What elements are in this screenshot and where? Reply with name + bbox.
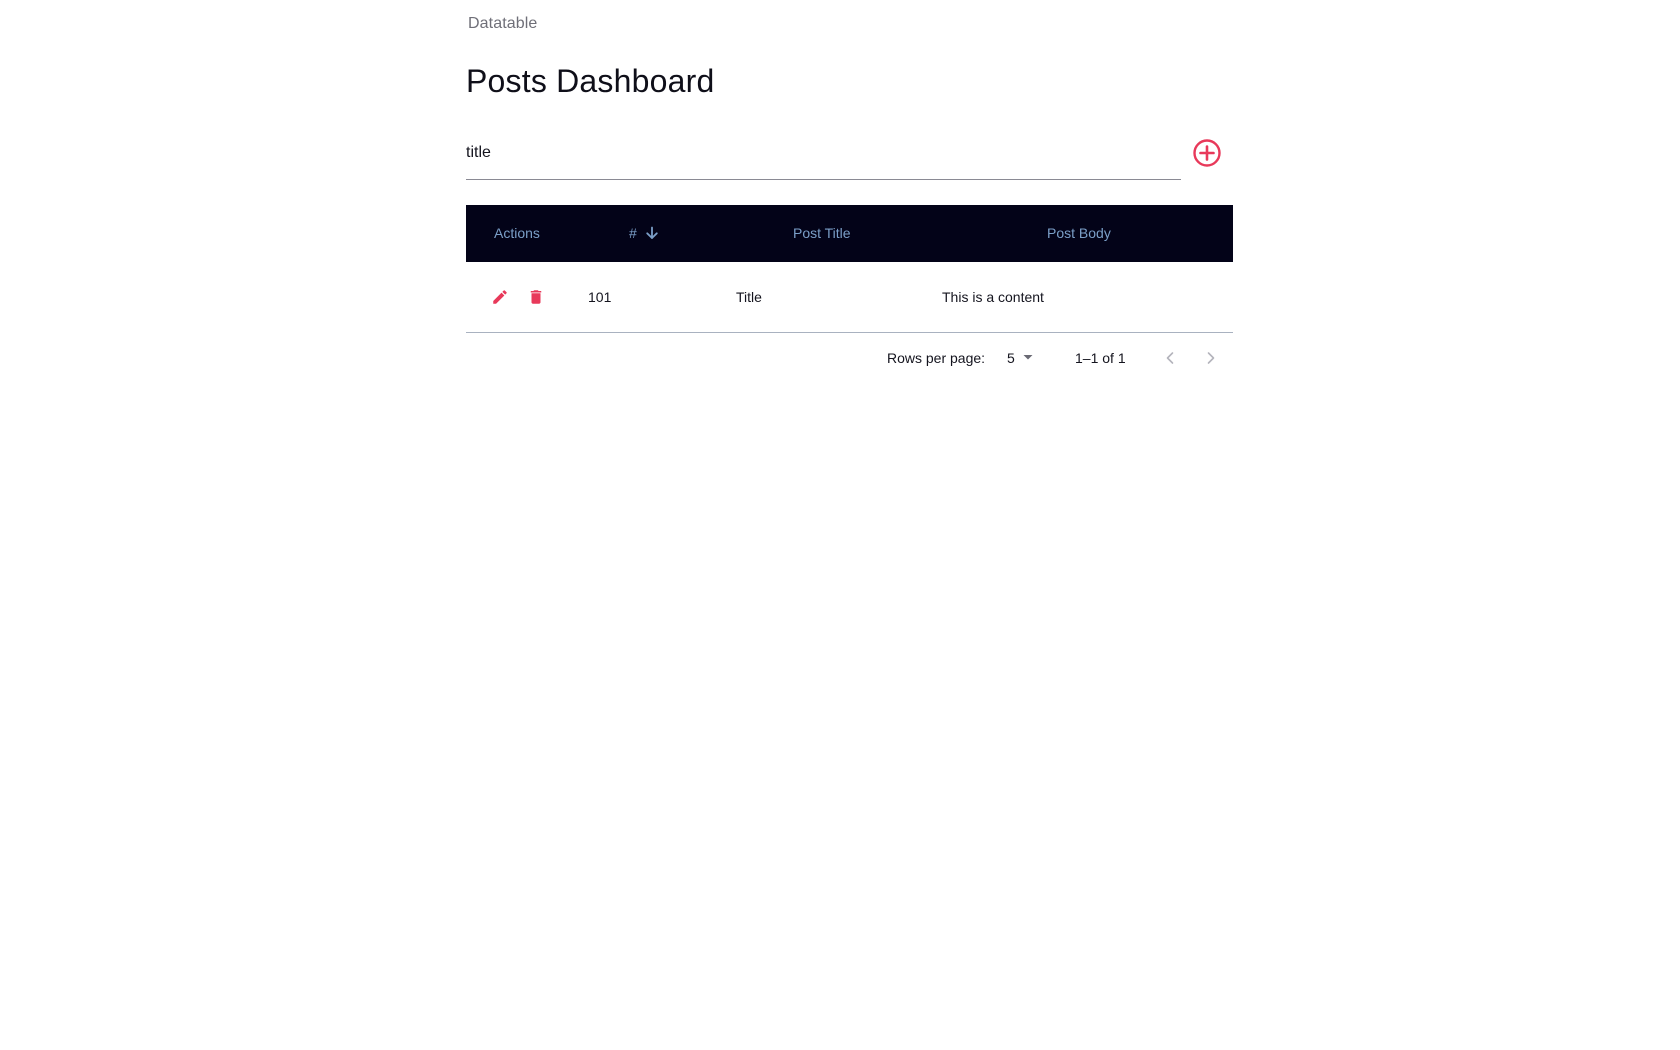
column-header-post-title[interactable]: Post Title <box>793 205 851 262</box>
rows-per-page-value: 5 <box>1007 350 1015 366</box>
search-field <box>466 130 1181 180</box>
chevron-left-icon <box>1166 352 1174 364</box>
posts-table: Actions # Post Title Post Body 101 Title… <box>466 205 1233 333</box>
cell-post-title: Title <box>736 289 762 305</box>
page-title: Posts Dashboard <box>466 63 715 99</box>
table-body: 101 Title This is a content <box>466 262 1233 333</box>
delete-icon <box>530 290 542 304</box>
pagination: Rows per page: 5 1–1 of 1 <box>466 338 1233 382</box>
chevron-right-icon <box>1207 352 1215 364</box>
column-header-id-label: # <box>629 225 637 241</box>
column-header-id[interactable]: # <box>629 205 659 262</box>
edit-icon <box>493 290 507 304</box>
column-header-post-body[interactable]: Post Body <box>1047 205 1111 262</box>
app-title: Datatable <box>468 15 538 32</box>
previous-page-button[interactable] <box>1158 346 1182 370</box>
caret-down-icon <box>1023 355 1033 360</box>
next-page-button[interactable] <box>1199 346 1223 370</box>
rows-per-page-select[interactable]: 5 <box>1007 350 1037 370</box>
cell-id: 101 <box>588 289 612 305</box>
table-header: Actions # Post Title Post Body <box>466 205 1233 262</box>
edit-button[interactable] <box>489 286 511 308</box>
table-row: 101 Title This is a content <box>466 262 1233 333</box>
search-row <box>466 130 1233 180</box>
column-header-actions: Actions <box>494 225 540 241</box>
delete-button[interactable] <box>525 286 547 308</box>
arrow-down-icon <box>645 226 658 239</box>
add-post-button[interactable] <box>1190 136 1224 170</box>
rows-per-page-label: Rows per page: <box>887 350 986 366</box>
cell-post-body: This is a content <box>942 289 1044 305</box>
pagination-range: 1–1 of 1 <box>1075 350 1126 366</box>
search-input[interactable] <box>466 144 1166 162</box>
add-circle-icon <box>1193 139 1221 167</box>
